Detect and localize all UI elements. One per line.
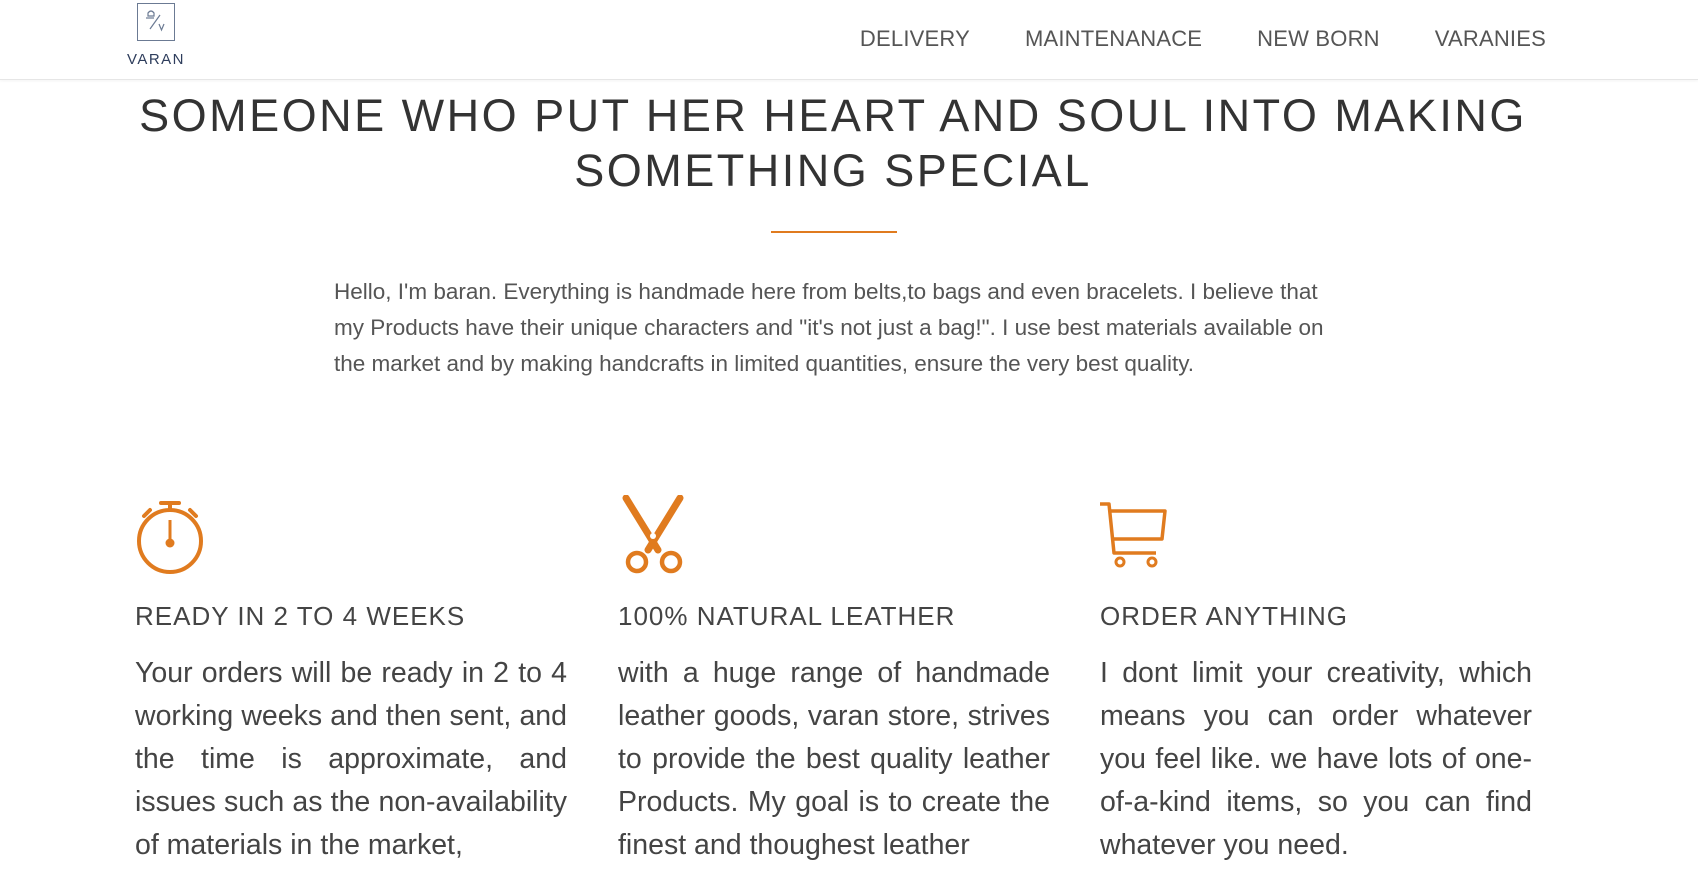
hero-title: SOMEONE WHO PUT HER HEART AND SOUL INTO … — [0, 88, 1666, 198]
hero-title-line2: SOMETHING SPECIAL — [574, 145, 1092, 196]
feature-text: with a huge range of handmade leather go… — [618, 657, 1050, 861]
feature-title: READY IN 2 TO 4 WEEKS — [135, 601, 466, 631]
shopping-cart-icon — [1100, 495, 1532, 575]
feature-text: Your orders will be ready in 2 to 4 work… — [135, 657, 567, 861]
scissors-icon — [618, 494, 1050, 575]
feature-title: ORDER ANYTHING — [1100, 601, 1349, 631]
main-nav: DELIVERY MAINTENANACE NEW BORN VARANIES — [805, 26, 1546, 52]
accent-divider — [771, 231, 897, 233]
feature-ready-time: READY IN 2 TO 4 WEEKS Your orders will b… — [135, 495, 567, 861]
feature-order-anything: ORDER ANYTHING I dont limit your creativ… — [1100, 495, 1532, 861]
feature-natural-leather: 100% NATURAL LEATHER with a huge range o… — [618, 494, 1050, 861]
feature-text: I dont limit your creativity, which mean… — [1100, 657, 1532, 861]
nav-varanies[interactable]: VARANIES — [1435, 26, 1546, 52]
nav-maintenance[interactable]: MAINTENANACE — [1025, 26, 1202, 52]
hero-title-line1: SOMEONE WHO PUT HER HEART AND SOUL INTO … — [139, 90, 1527, 141]
logo-label: VARAN — [126, 51, 186, 68]
feature-title: 100% NATURAL LEATHER — [618, 601, 956, 631]
logo-mark-icon — [137, 3, 175, 41]
intro-paragraph: Hello, I'm baran. Everything is handmade… — [334, 279, 1324, 376]
nav-delivery[interactable]: DELIVERY — [860, 26, 970, 52]
nav-new-born[interactable]: NEW BORN — [1257, 26, 1380, 52]
logo[interactable]: VARAN — [124, 3, 188, 68]
site-header: VARAN DELIVERY MAINTENANACE NEW BORN VAR… — [0, 0, 1698, 80]
stopwatch-icon — [135, 495, 567, 575]
